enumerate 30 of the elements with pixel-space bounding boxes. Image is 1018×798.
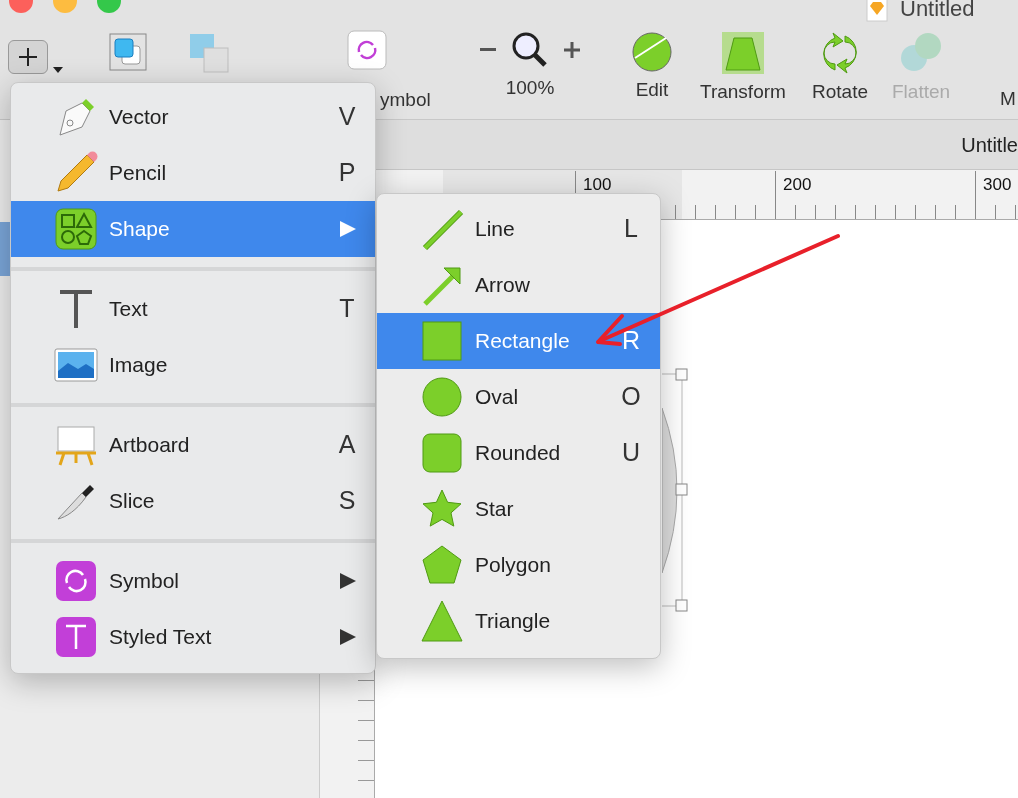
- document-tab-title: Untitle: [961, 132, 1018, 158]
- menu-item-label: Symbol: [109, 568, 180, 595]
- menu-item-label: Pencil: [109, 160, 167, 187]
- menu-item-label: Line: [475, 216, 515, 243]
- menu-item-label: Vector: [109, 104, 169, 131]
- menu-item-label: Rounded: [475, 440, 561, 467]
- ruler-label: 300: [983, 174, 1012, 196]
- zoom-level: 100%: [505, 76, 555, 100]
- menu-item-label: Oval: [475, 384, 519, 411]
- shortcut-key: U: [616, 434, 646, 472]
- shortcut-key: L: [616, 210, 646, 248]
- shortcut-key: O: [616, 378, 646, 416]
- menu-item-label: Artboard: [109, 432, 190, 459]
- menu-item-label: Triangle: [475, 608, 551, 635]
- menu-item-label: Rectangle: [475, 328, 570, 355]
- menu-item-label: Text: [109, 296, 148, 323]
- menu-item-label: Polygon: [475, 552, 551, 579]
- menu-item-label: Image: [109, 352, 168, 379]
- shortcut-key: A: [332, 426, 362, 464]
- window-title: Untitled: [900, 0, 975, 23]
- ruler-label: 200: [783, 174, 812, 196]
- menu-item-label: Slice: [109, 488, 155, 515]
- ruler-label: 100: [583, 174, 612, 196]
- menu-item-label: Arrow: [475, 272, 530, 299]
- menu-item-label: Styled Text: [109, 624, 212, 651]
- shortcut-key: S: [332, 482, 362, 520]
- menu-item-label: Star: [475, 496, 514, 523]
- shortcut-key: R: [616, 322, 646, 360]
- shortcut-key: T: [332, 290, 362, 328]
- menu-item-label: Shape: [109, 216, 170, 243]
